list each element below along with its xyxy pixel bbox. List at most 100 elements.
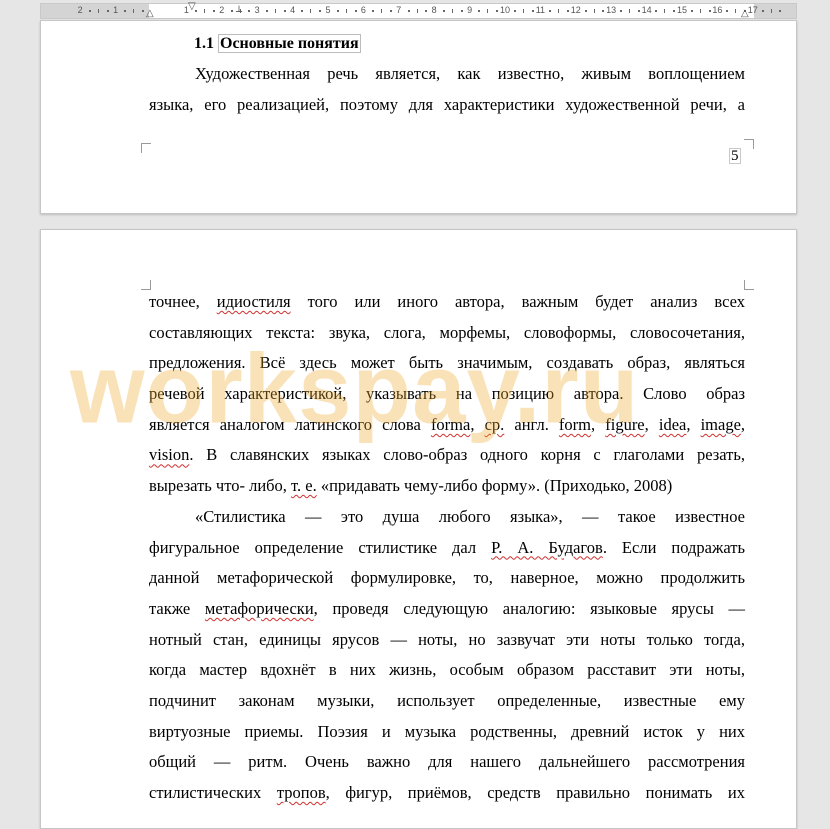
ruler-tick [283, 10, 286, 12]
text-run: стилистических [149, 783, 277, 802]
spelling-error-word: form [558, 414, 591, 434]
text-run: составляющих текста: звука, слога, морфе… [149, 322, 745, 342]
text-line: составляющих текста: звука, слога, морфе… [149, 318, 745, 349]
ruler-number: 8 [431, 5, 437, 15]
heading-title: Основные понятия [218, 34, 361, 53]
ruler-tick [345, 9, 347, 13]
text-line: языка, его реализацией, поэтому для хара… [149, 94, 745, 114]
ruler-tick [274, 9, 276, 13]
ruler-tick [735, 9, 737, 13]
ruler-number: 1 [113, 5, 119, 15]
ruler-tick [779, 10, 782, 12]
ruler-tick [460, 10, 463, 12]
ruler-tick [566, 10, 569, 12]
section-heading[interactable]: 1.1 Основные понятия [194, 34, 361, 53]
ruler-tick [690, 10, 693, 12]
page2-body[interactable]: точнее, идиостиля того или иного автора,… [149, 287, 745, 809]
text-run: , [686, 414, 701, 434]
ruler-tick [389, 10, 392, 12]
page-number: 5 [729, 148, 741, 164]
ruler-tick [655, 10, 658, 12]
ruler-tick [673, 10, 676, 12]
document-page-1[interactable]: 1.1 Основные понятия Художественная речь… [40, 20, 797, 214]
text-run: , [740, 414, 746, 434]
ruler-tick [310, 9, 312, 13]
ruler-number: 12 [570, 5, 581, 15]
text-line: также метафорически, проведя следующую а… [149, 594, 745, 625]
ruler-tick [487, 9, 489, 13]
ruler-tick [425, 10, 428, 12]
ruler-tick [106, 10, 109, 12]
text-line: точнее, идиостиля того или иного автора,… [149, 287, 745, 318]
ruler-tick [584, 10, 587, 12]
text-run: предложения. Всё здесь может быть значим… [149, 353, 745, 373]
heading-number: 1.1 [194, 35, 214, 52]
text-line: данной метафорической формулировке, то, … [149, 563, 745, 594]
right-indent-marker-icon[interactable]: △ [741, 8, 749, 19]
spelling-error-word: тропов [276, 783, 326, 802]
tab-stop-icon[interactable]: ┴ [236, 7, 242, 18]
ruler-tick [770, 9, 772, 13]
text-run: нотный стан, единицы ярусов — ноты, но з… [149, 629, 745, 649]
ruler-number: 16 [712, 5, 723, 15]
ruler-tick [230, 10, 233, 12]
text-run: подчинит законам музыки, использует опре… [149, 690, 745, 710]
ruler-tick [602, 10, 605, 12]
spelling-error-word: image [700, 414, 741, 434]
text-line: когда мастер вдохнёт в них жизнь, особым… [149, 655, 745, 686]
ruler-tick [381, 9, 383, 13]
text-line: общий — ритм. Очень важно для нашего дал… [149, 747, 745, 778]
text-run: когда мастер вдохнёт в них жизнь, особым… [149, 660, 745, 680]
ruler-number: 13 [606, 5, 617, 15]
spelling-error-word: идиостиля [216, 292, 291, 311]
spelling-error-word: метафорически [204, 598, 314, 618]
text-run: , фигур, приёмов, средств правильно пони… [325, 783, 745, 802]
text-line: является аналогом латинского слова forma… [149, 410, 745, 441]
ruler-number: 7 [396, 5, 402, 15]
text-run: общий — ритм. Очень важно для нашего дал… [149, 752, 745, 772]
ruler-tick [699, 9, 701, 13]
text-line: Художественная речь является, как извест… [195, 64, 745, 83]
document-page-2[interactable]: точнее, идиостиля того или иного автора,… [40, 229, 797, 829]
text-run: речевой характеристикой, указывать на по… [149, 384, 745, 404]
ruler-tick [620, 10, 623, 12]
text-line: стилистических тропов, фигур, приёмов, с… [149, 778, 745, 809]
ruler-tick [212, 10, 215, 12]
ruler-tick [204, 9, 206, 13]
text-line: речевой характеристикой, указывать на по… [149, 379, 745, 410]
text-line: vision. В славянских языках слово-образ … [149, 440, 745, 471]
left-indent-marker-icon[interactable]: △ [146, 8, 154, 19]
text-run: , [470, 414, 485, 434]
text-run: виртуозные приемы. Поэзия и музыка родст… [149, 721, 745, 741]
ruler-number: 17 [747, 5, 758, 15]
ruler-tick [97, 9, 99, 13]
ruler-band[interactable]: 2 1 1 2 3 4 5 6 7 8 9 10 11 12 13 14 15 16 17 △ ▽ ┴ △ [40, 1, 797, 19]
ruler-tick [558, 9, 560, 13]
text-run: , [591, 414, 606, 434]
ruler-tick [478, 10, 481, 12]
ruler-tick [319, 10, 322, 12]
text-run: . В славянских языках слово-образ одного… [189, 445, 745, 465]
ruler-number: 14 [641, 5, 652, 15]
spelling-error-word: vision [149, 445, 190, 465]
ruler-tick [549, 10, 552, 12]
text-run: вырезать что- либо, [149, 476, 292, 496]
horizontal-ruler[interactable]: 2 1 1 2 3 4 5 6 7 8 9 10 11 12 13 14 15 16 17 △ ▽ ┴ △ [0, 0, 830, 22]
margin-corner-mark [744, 280, 754, 290]
ruler-tick [336, 10, 339, 12]
text-run: того или иного автора, важным будет анал… [290, 292, 745, 311]
margin-corner-mark [141, 143, 151, 153]
page1-body[interactable]: Художественная речь является, как извест… [149, 59, 745, 120]
text-run: данной метафорической формулировке, то, … [149, 568, 745, 588]
ruler-number: 6 [360, 5, 366, 15]
ruler-tick [496, 10, 499, 12]
ruler-tick [142, 10, 145, 12]
ruler-number: 2 [77, 5, 83, 15]
text-line: предложения. Всё здесь может быть значим… [149, 348, 745, 379]
text-run: также [149, 598, 205, 618]
spelling-error-word: Р. А. Будагов [491, 537, 603, 557]
ruler-number: 3 [254, 5, 260, 15]
first-line-indent-marker-icon[interactable]: ▽ [188, 1, 196, 12]
ruler-tick [89, 10, 92, 12]
text-line: фигуральное определение стилистике дал Р… [149, 533, 745, 564]
